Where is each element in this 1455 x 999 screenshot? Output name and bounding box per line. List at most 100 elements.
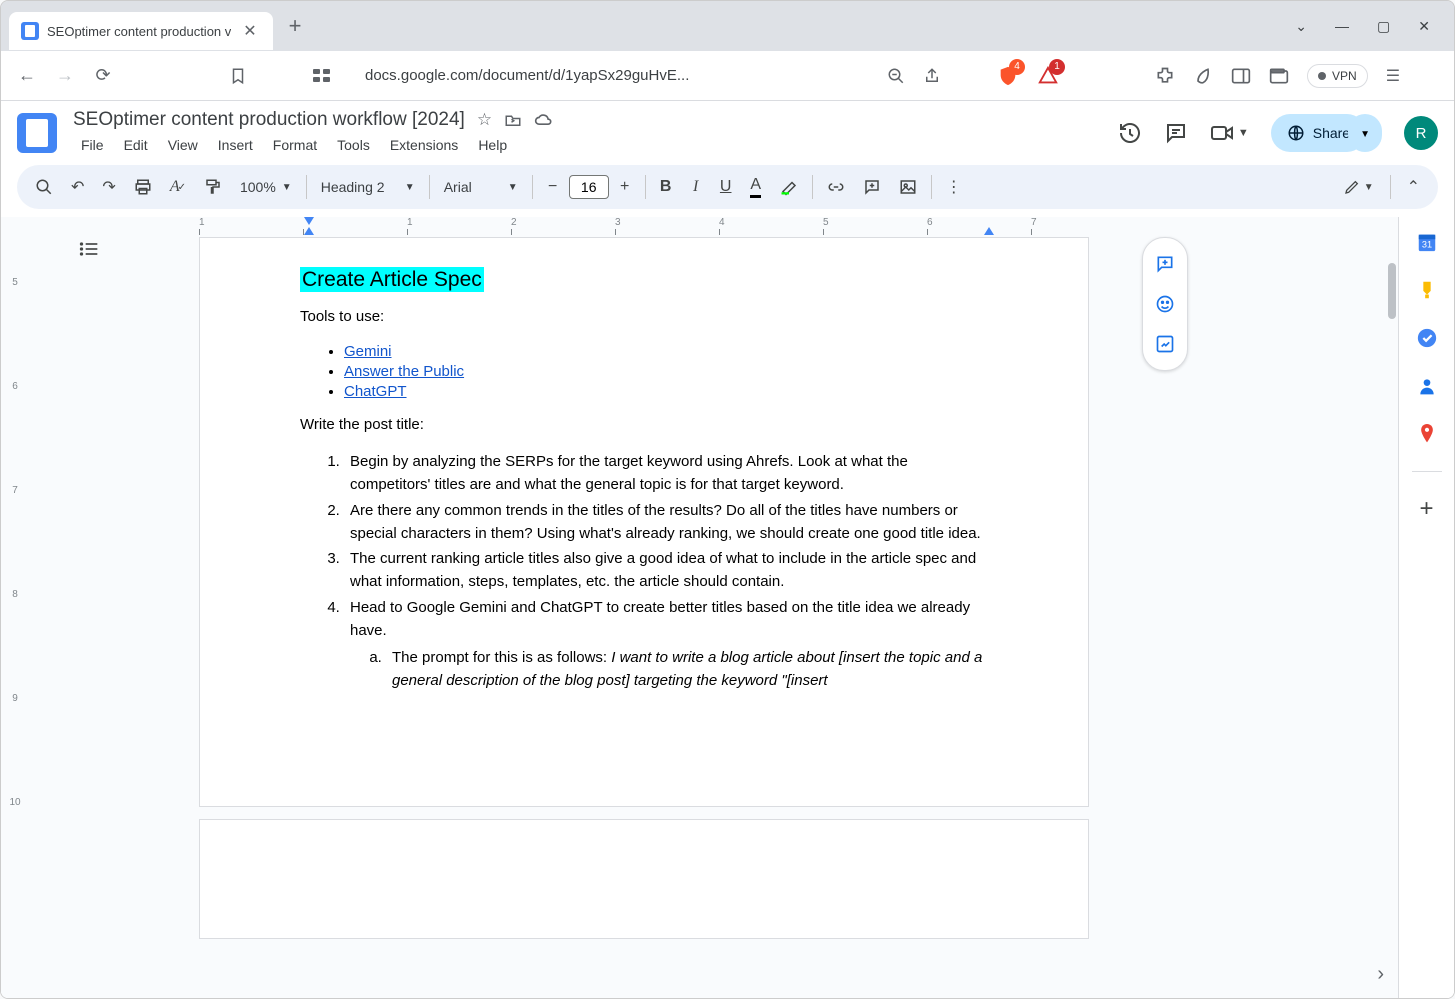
tools-list[interactable]: Gemini Answer the Public ChatGPT: [344, 343, 988, 400]
fontsize-decrease[interactable]: −: [539, 172, 567, 202]
link-chatgpt[interactable]: ChatGPT: [344, 383, 407, 400]
menu-edit[interactable]: Edit: [116, 133, 156, 157]
cloud-status-icon[interactable]: [534, 112, 554, 128]
chevron-down-icon[interactable]: ⌄: [1295, 18, 1307, 35]
url-text: docs.google.com/document/d/1yapSx29guHvE…: [365, 67, 689, 84]
document-title[interactable]: SEOptimer content production workflow [2…: [73, 109, 465, 131]
document-scroll-area[interactable]: 1 1 2 3 4 5 6 7 Create Article: [29, 217, 1398, 998]
brave-rewards-icon[interactable]: 1: [1037, 65, 1059, 87]
step-4[interactable]: Head to Google Gemini and ChatGPT to cre…: [344, 596, 988, 693]
font-select[interactable]: Arial ▼: [436, 175, 526, 199]
minimize-icon[interactable]: —: [1335, 18, 1349, 35]
spellcheck-button[interactable]: A✓: [162, 172, 194, 202]
maps-icon[interactable]: [1416, 423, 1438, 445]
account-avatar[interactable]: R: [1404, 116, 1438, 150]
contacts-icon[interactable]: [1416, 375, 1438, 397]
menu-file[interactable]: File: [73, 133, 112, 157]
add-addon-icon[interactable]: +: [1416, 498, 1438, 520]
new-tab-button[interactable]: +: [277, 13, 314, 39]
share-url-icon[interactable]: [923, 67, 941, 85]
step-3[interactable]: The current ranking article titles also …: [344, 547, 988, 594]
move-icon[interactable]: [504, 112, 522, 128]
tools-to-use-label[interactable]: Tools to use:: [300, 306, 988, 329]
suggest-edits-float-button[interactable]: [1147, 326, 1183, 362]
explore-button[interactable]: ›: [1377, 963, 1384, 986]
write-title-label[interactable]: Write the post title:: [300, 414, 988, 437]
close-tab-icon[interactable]: ✕: [239, 21, 260, 41]
maximize-icon[interactable]: ▢: [1377, 18, 1390, 35]
browser-tab[interactable]: SEOptimer content production v ✕: [9, 12, 273, 50]
first-line-indent-marker[interactable]: [304, 217, 314, 225]
brave-shields-icon[interactable]: 4: [997, 65, 1019, 87]
search-menu-icon[interactable]: [27, 172, 61, 202]
underline-button[interactable]: U: [712, 172, 740, 202]
step-2[interactable]: Are there any common trends in the title…: [344, 499, 988, 546]
menu-view[interactable]: View: [160, 133, 206, 157]
bold-button[interactable]: B: [652, 172, 680, 202]
url-field[interactable]: docs.google.com/document/d/1yapSx29guHvE…: [349, 67, 869, 84]
more-tools-button[interactable]: ⋮: [938, 171, 970, 203]
browser-tab-bar: SEOptimer content production v ✕ + ⌄ — ▢…: [1, 1, 1454, 51]
vpn-button[interactable]: VPN: [1307, 64, 1368, 88]
text-color-button[interactable]: A: [742, 170, 770, 204]
insert-image-button[interactable]: [891, 172, 925, 202]
tasks-icon[interactable]: [1416, 327, 1438, 349]
steps-list[interactable]: Begin by analyzing the SERPs for the tar…: [344, 450, 988, 693]
star-icon[interactable]: ☆: [477, 110, 492, 130]
add-emoji-float-button[interactable]: [1147, 286, 1183, 322]
document-page-next[interactable]: [199, 819, 1089, 939]
zoom-select[interactable]: 100% ▼: [232, 175, 300, 199]
heading-create-article-spec[interactable]: Create Article Spec: [300, 267, 484, 292]
add-comment-float-button[interactable]: [1147, 246, 1183, 282]
print-button[interactable]: [126, 172, 160, 202]
keep-icon[interactable]: [1416, 279, 1438, 301]
highlight-button[interactable]: [772, 172, 806, 202]
rewards-count: 1: [1049, 59, 1065, 75]
collapse-toolbar-button[interactable]: ⌃: [1399, 171, 1428, 203]
insert-link-button[interactable]: [819, 172, 853, 202]
side-panel: 31 +: [1398, 217, 1454, 998]
menu-format[interactable]: Format: [265, 133, 325, 157]
link-gemini[interactable]: Gemini: [344, 343, 392, 360]
scrollbar-thumb[interactable]: [1388, 263, 1396, 319]
menu-tools[interactable]: Tools: [329, 133, 378, 157]
undo-button[interactable]: ↶: [63, 171, 92, 203]
docs-logo[interactable]: [17, 113, 57, 153]
bookmark-icon[interactable]: [229, 67, 247, 85]
reload-button[interactable]: ⟳: [93, 65, 113, 86]
outline-toggle-icon[interactable]: [79, 241, 99, 257]
menu-insert[interactable]: Insert: [210, 133, 261, 157]
comments-icon[interactable]: [1164, 121, 1188, 145]
substep-a[interactable]: The prompt for this is as follows: I wan…: [386, 646, 988, 693]
add-comment-button[interactable]: [855, 172, 889, 202]
forward-button[interactable]: →: [55, 65, 75, 86]
right-indent-marker[interactable]: [984, 227, 994, 235]
close-window-icon[interactable]: ✕: [1418, 18, 1430, 35]
menu-extensions[interactable]: Extensions: [382, 133, 466, 157]
back-button[interactable]: ←: [17, 65, 37, 86]
share-dropdown[interactable]: ▼: [1348, 114, 1382, 152]
vpn-status-dot: [1318, 72, 1326, 80]
paint-format-button[interactable]: [196, 172, 230, 202]
fontsize-increase[interactable]: +: [611, 172, 639, 202]
style-select[interactable]: Heading 2 ▼: [313, 175, 423, 199]
left-indent-marker[interactable]: [304, 227, 314, 235]
link-answer-the-public[interactable]: Answer the Public: [344, 363, 464, 380]
redo-button[interactable]: ↷: [94, 171, 123, 203]
wallet-icon[interactable]: [1269, 67, 1289, 85]
calendar-icon[interactable]: 31: [1416, 231, 1438, 253]
meet-icon[interactable]: ▼: [1210, 123, 1249, 143]
step-1[interactable]: Begin by analyzing the SERPs for the tar…: [344, 450, 988, 497]
menu-icon[interactable]: ☰: [1386, 66, 1400, 86]
document-page[interactable]: Create Article Spec Tools to use: Gemini…: [199, 237, 1089, 807]
menu-help[interactable]: Help: [470, 133, 515, 157]
leaf-icon[interactable]: [1193, 66, 1213, 86]
zoom-out-icon[interactable]: [887, 67, 905, 85]
history-icon[interactable]: [1118, 121, 1142, 145]
fontsize-input[interactable]: [569, 175, 609, 199]
extensions-icon[interactable]: [1155, 66, 1175, 86]
italic-button[interactable]: I: [682, 172, 710, 202]
site-settings-icon[interactable]: [313, 69, 331, 83]
sidebar-toggle-icon[interactable]: [1231, 67, 1251, 85]
editing-mode-button[interactable]: ▼: [1336, 173, 1382, 201]
